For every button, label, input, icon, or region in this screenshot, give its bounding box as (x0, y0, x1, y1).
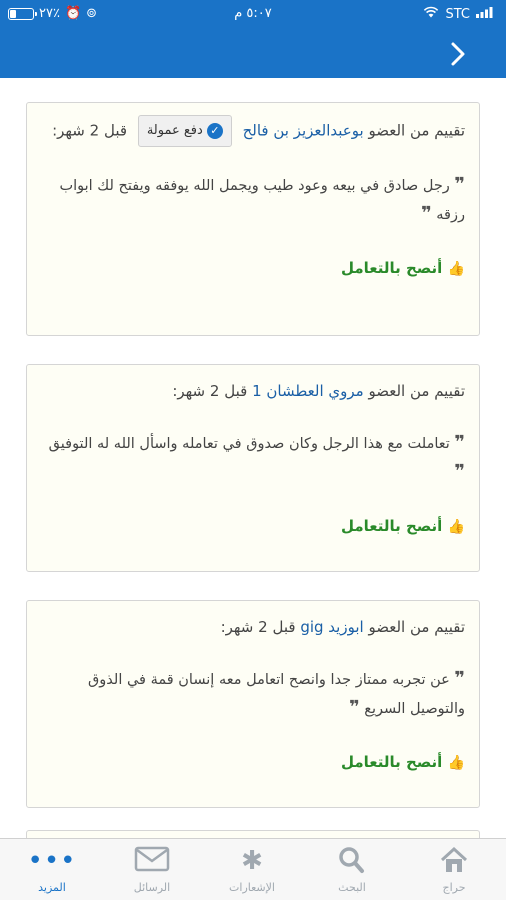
review-card: تقييم من العضو مروي العطشان 1 قبل 2 شهر:… (26, 364, 480, 572)
thumbs-up-icon: 👍 (447, 755, 465, 771)
review-card-partial (26, 830, 480, 838)
thumbs-up-icon: 👍 (447, 519, 465, 535)
review-text: عن تجربه ممتاز جدا وانصح اتعامل معه إنسا… (88, 672, 465, 717)
member-link[interactable]: بوعبدالعزيز بن فالح (243, 122, 364, 140)
recommend-label: 👍 أنصح بالتعامل (41, 753, 465, 771)
tab-label: البحث (338, 881, 366, 894)
quote-close-icon: ❞ (421, 203, 432, 224)
back-button[interactable] (440, 36, 476, 72)
battery-group: ٢٧٪ ⏰ ⊚ (8, 6, 97, 21)
review-card: تقييم من العضو ابوزيد gig قبل 2 شهر: ❞ ع… (26, 600, 480, 808)
review-text: رجل صادق في بيعه وعود طيب ويجمل الله يوف… (59, 178, 465, 223)
review-card: تقييم من العضو بوعبدالعزيز بن فالح ✓دفع … (26, 102, 480, 336)
review-time: قبل 2 شهر: (52, 121, 128, 140)
battery-icon (8, 7, 37, 20)
review-time: قبل 2 شهر: (220, 618, 296, 636)
quote-close-icon: ❞ (454, 461, 465, 482)
recommend-text: أنصح بالتعامل (340, 259, 443, 277)
tab-label: الإشعارات (229, 881, 275, 894)
alarm-icon: ⏰ (64, 6, 82, 21)
tab-more[interactable]: ••• المزيد (12, 845, 92, 894)
review-header: تقييم من العضو مروي العطشان 1 قبل 2 شهر: (41, 377, 465, 405)
quote-open-icon: ❞ (454, 668, 465, 689)
badge-label: دفع عمولة (146, 123, 203, 138)
quote-open-icon: ❞ (454, 174, 465, 195)
review-prefix: تقييم من العضو (368, 382, 465, 400)
member-link[interactable]: مروي العطشان 1 (252, 382, 364, 400)
review-header: تقييم من العضو بوعبدالعزيز بن فالح ✓دفع … (41, 115, 465, 147)
check-circle-icon: ✓ (206, 122, 223, 139)
tab-label: المزيد (38, 881, 66, 894)
battery-fill (10, 9, 17, 18)
home-icon (414, 845, 494, 877)
recommend-label: 👍 أنصح بالتعامل (41, 259, 465, 277)
top-nav-bar (0, 30, 506, 78)
review-quote: ❞ عن تجربه ممتاز جدا وانصح اتعامل معه إن… (41, 665, 465, 723)
tab-label: الرسائل (133, 881, 171, 894)
asterisk-icon: ✱ (241, 846, 263, 876)
thumbs-up-icon: 👍 (447, 261, 465, 277)
recommend-text: أنصح بالتعامل (340, 753, 443, 771)
tab-haraj[interactable]: حراج (414, 845, 494, 894)
battery-percent: ٢٧٪ (39, 6, 60, 21)
review-time: قبل 2 شهر: (172, 382, 248, 400)
search-icon (312, 845, 392, 877)
review-header: تقييم من العضو ابوزيد gig قبل 2 شهر: (41, 613, 465, 641)
recommend-text: أنصح بالتعامل (340, 517, 443, 535)
review-prefix: تقييم من العضو (368, 618, 465, 636)
recommend-label: 👍 أنصح بالتعامل (41, 517, 465, 535)
review-quote: ❞ تعاملت مع هذا الرجل وكان صدوق في تعامل… (41, 429, 465, 487)
member-link[interactable]: ابوزيد gig (300, 618, 363, 636)
tab-label: حراج (442, 881, 466, 894)
orientation-lock-icon: ⊚ (86, 6, 98, 21)
review-text: تعاملت مع هذا الرجل وكان صدوق في تعامله … (48, 436, 450, 452)
tab-notifications[interactable]: ✱ الإشعارات (212, 845, 292, 894)
tab-search[interactable]: البحث (312, 845, 392, 894)
chevron-right-icon (451, 42, 465, 66)
commission-badge: ✓دفع عمولة (137, 115, 232, 147)
review-prefix: تقييم من العضو (368, 121, 465, 140)
tab-messages[interactable]: الرسائل (112, 845, 192, 894)
more-dots-icon: ••• (27, 846, 77, 876)
bottom-tab-bar: حراج البحث ✱ الإشعارات الرسائل ••• المزي… (0, 838, 506, 900)
quote-open-icon: ❞ (454, 432, 465, 453)
status-bar: STC ٥:٠٧ م ٢٧٪ ⏰ ⊚ (0, 0, 506, 30)
review-quote: ❞ رجل صادق في بيعه وعود طيب ويجمل الله ي… (41, 171, 465, 229)
quote-close-icon: ❞ (349, 697, 360, 718)
envelope-icon (112, 845, 192, 877)
